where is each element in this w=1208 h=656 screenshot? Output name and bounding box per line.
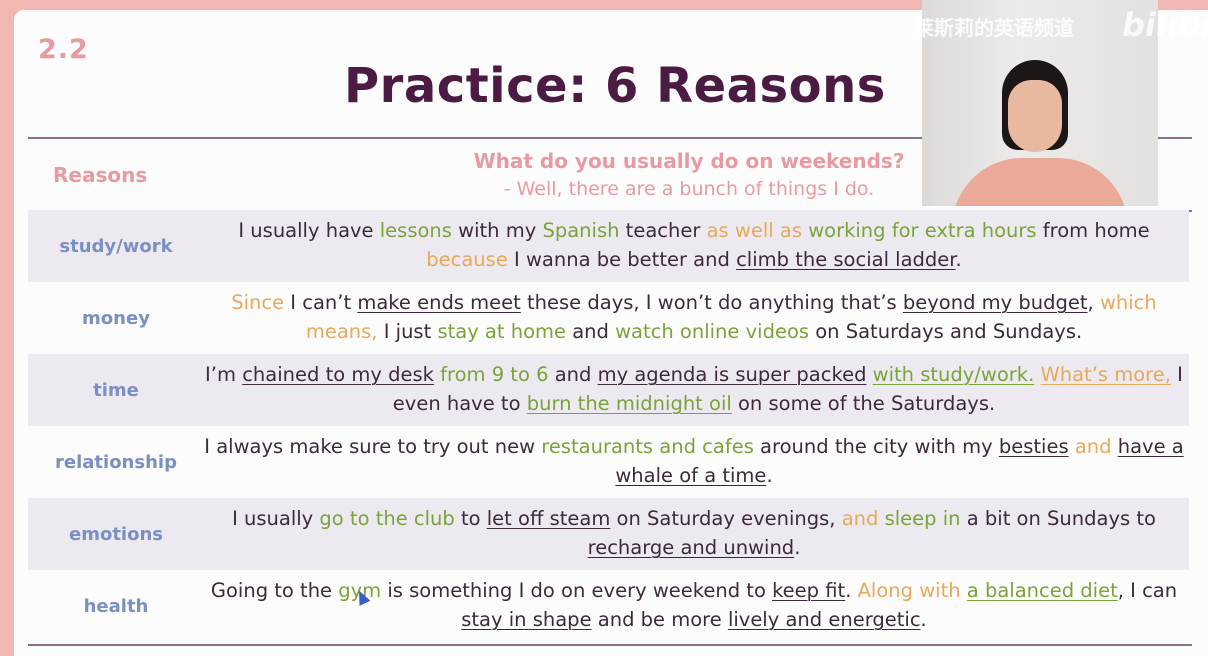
reason-sentence: I’m chained to my desk from 9 to 6 and m… bbox=[204, 360, 1184, 418]
sentence-segment: watch online videos bbox=[615, 320, 810, 343]
sentence-segment: lively and energetic bbox=[727, 608, 921, 631]
sentence-segment: chained to my desk bbox=[242, 363, 434, 386]
sentence-segment: . bbox=[955, 248, 962, 271]
sentence-segment: I usually bbox=[232, 507, 320, 530]
sentence-segment: let off steam bbox=[486, 507, 611, 530]
sentence-segment: go to the club bbox=[319, 507, 455, 530]
slide-number: 2.2 bbox=[38, 34, 89, 65]
sentence-segment: and bbox=[1074, 435, 1112, 458]
sentence-segment: recharge and unwind bbox=[587, 536, 795, 559]
reason-sentence: Going to the gym is something I do on ev… bbox=[204, 576, 1184, 634]
sentence-segment: , I can bbox=[1117, 579, 1178, 602]
reason-sentence: I usually go to the club to let off stea… bbox=[204, 504, 1184, 562]
sentence-segment: Along with bbox=[857, 579, 961, 602]
sentence-segment: . bbox=[845, 579, 858, 602]
reason-sentence: I always make sure to try out new restau… bbox=[204, 432, 1184, 490]
sentence-segment: with study/work. bbox=[872, 363, 1035, 386]
sentence-segment: besties bbox=[998, 435, 1069, 458]
sentence-segment: is something I do on every weekend to bbox=[381, 579, 773, 602]
sentence-segment: restaurants and cafes bbox=[541, 435, 754, 458]
sentence-segment: on Saturday evenings, bbox=[610, 507, 842, 530]
sentence-segment: make ends meet bbox=[357, 291, 521, 314]
sentence-segment: and be more bbox=[591, 608, 728, 631]
reason-label: emotions bbox=[69, 523, 163, 545]
sentence-segment: a balanced diet bbox=[966, 579, 1118, 602]
presenter-face bbox=[1008, 80, 1062, 152]
sentence-segment: Spanish bbox=[542, 219, 620, 242]
sentence-segment: burn the midnight oil bbox=[526, 392, 732, 415]
sentence-segment: I can’t bbox=[284, 291, 358, 314]
reason-label: money bbox=[82, 307, 150, 329]
sentence-segment: to bbox=[454, 507, 487, 530]
sentence-segment: Going to the bbox=[210, 579, 339, 602]
header-answer: - Well, there are a bunch of things I do… bbox=[503, 178, 875, 200]
sentence-segment: as well as bbox=[706, 219, 802, 242]
sentence-segment: because bbox=[426, 248, 508, 271]
sentence-segment: and bbox=[566, 320, 616, 343]
sentence-segment: . bbox=[766, 464, 773, 487]
sentence-segment: a bit on Sundays to bbox=[960, 507, 1156, 530]
sentence-segment: these days, I won’t do anything that’s bbox=[520, 291, 903, 314]
header-reasons: Reasons bbox=[53, 163, 148, 187]
sentence-segment: I always make sure to try out new bbox=[204, 435, 542, 458]
sentence-segment: from home bbox=[1036, 219, 1150, 242]
sentence-segment: beyond my budget bbox=[902, 291, 1088, 314]
sentence-segment: lessons bbox=[379, 219, 452, 242]
reason-sentence: Since I can’t make ends meet these days,… bbox=[204, 288, 1184, 346]
sentence-segment: sleep in bbox=[884, 507, 961, 530]
sentence-segment: keep fit bbox=[772, 579, 846, 602]
sentence-segment: I usually have bbox=[238, 219, 380, 242]
sentence-segment: and bbox=[841, 507, 879, 530]
sentence-segment: on some of the Saturdays. bbox=[731, 392, 996, 415]
sentence-segment: and bbox=[548, 363, 598, 386]
table-row: emotions I usually go to the club to let … bbox=[28, 498, 1189, 570]
slide-title: Practice: 6 Reasons bbox=[344, 58, 886, 114]
table-row: health Going to the gym is something I do… bbox=[28, 570, 1189, 642]
sentence-segment: from 9 to 6 bbox=[440, 363, 549, 386]
reason-label: study/work bbox=[59, 235, 173, 257]
sentence-segment: teacher bbox=[619, 219, 707, 242]
sentence-segment: working for extra hours bbox=[808, 219, 1037, 242]
channel-watermark: 莱斯莉的英语频道 bbox=[914, 16, 1074, 40]
sentence-segment: with my bbox=[451, 219, 543, 242]
table-row: relationship I always make sure to try ou… bbox=[28, 426, 1189, 498]
table-row: money Since I can’t make ends meet these … bbox=[28, 282, 1189, 354]
sentence-segment: climb the social ladder bbox=[736, 248, 956, 271]
reason-sentence: I usually have lessons with my Spanish t… bbox=[204, 216, 1184, 274]
bilibili-logo: bilibili bbox=[1122, 6, 1208, 44]
sentence-segment: , bbox=[1087, 291, 1100, 314]
sentence-segment: I wanna be better and bbox=[507, 248, 737, 271]
sentence-segment: What’s more, bbox=[1040, 363, 1171, 386]
sentence-segment: . bbox=[794, 536, 801, 559]
sentence-segment: I just bbox=[377, 320, 438, 343]
sentence-segment: I’m bbox=[205, 363, 243, 386]
table-row: study/work I usually have lessons with my… bbox=[28, 210, 1189, 282]
sentence-segment: Since bbox=[231, 291, 285, 314]
reason-label: health bbox=[83, 595, 149, 617]
sentence-segment: stay in shape bbox=[461, 608, 592, 631]
header-question: What do you usually do on weekends? bbox=[473, 149, 905, 173]
sentence-segment: around the city with my bbox=[753, 435, 999, 458]
table-bottom-rule bbox=[28, 644, 1192, 646]
sentence-segment: my agenda is super packed bbox=[597, 363, 867, 386]
sentence-segment: stay at home bbox=[437, 320, 567, 343]
reason-label: relationship bbox=[55, 451, 177, 473]
reason-label: time bbox=[93, 379, 139, 401]
sentence-segment: on Saturdays and Sundays. bbox=[809, 320, 1083, 343]
sentence-segment: . bbox=[920, 608, 927, 631]
table-row: time I’m chained to my desk from 9 to 6 a… bbox=[28, 354, 1189, 426]
